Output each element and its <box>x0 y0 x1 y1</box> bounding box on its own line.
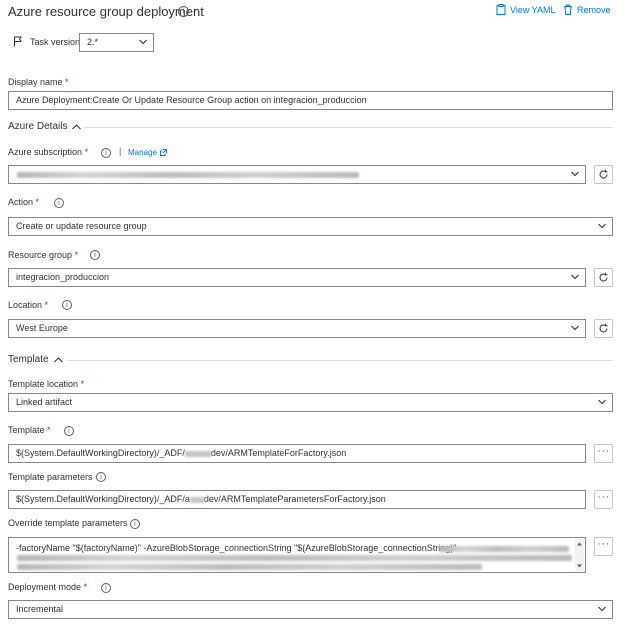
redacted-segment <box>184 450 211 457</box>
override-parameters-value: -factoryName "$(factoryName)" -AzureBlob… <box>16 543 462 553</box>
chevron-down-icon <box>598 606 606 612</box>
chevron-down-icon <box>139 39 147 45</box>
redacted-segment <box>189 496 204 503</box>
clipboard-icon <box>496 4 506 15</box>
task-version-value: 2.* <box>87 37 99 47</box>
manage-link[interactable]: Manage <box>128 148 167 157</box>
resource-group-select[interactable]: integracion_produccion <box>8 268 586 287</box>
chevron-down-icon <box>571 274 579 280</box>
chevron-down-icon <box>571 325 579 331</box>
override-parameters-label: Override template parameters <box>8 518 128 528</box>
chevron-down-icon <box>598 223 606 229</box>
more-options-button[interactable]: ··· <box>594 444 613 463</box>
info-icon[interactable]: i <box>90 250 100 260</box>
azure-details-header[interactable]: Azure Details <box>8 121 82 132</box>
azure-subscription-label: Azure subscription * <box>8 147 89 157</box>
more-options-button[interactable]: ··· <box>594 537 613 556</box>
scroll-down-icon[interactable] <box>575 563 584 569</box>
override-parameters-textarea[interactable]: -factoryName "$(factoryName)" -AzureBlob… <box>8 537 586 573</box>
refresh-icon <box>599 272 608 282</box>
info-icon[interactable]: i <box>101 583 111 593</box>
display-name-input[interactable]: Azure Deployment:Create Or Update Resour… <box>8 91 613 110</box>
action-value: Create or update resource group <box>16 221 147 231</box>
refresh-button[interactable] <box>594 165 613 184</box>
info-icon[interactable]: i <box>178 6 189 17</box>
action-select[interactable]: Create or update resource group <box>8 217 613 236</box>
redacted-value <box>17 555 572 561</box>
deployment-mode-select[interactable]: Incremental <box>8 600 613 619</box>
section-divider <box>67 360 613 361</box>
redacted-value <box>439 546 569 552</box>
trash-icon <box>563 4 573 15</box>
template-label: Template * <box>8 425 51 435</box>
deployment-mode-value: Incremental <box>16 604 64 614</box>
remove-label: Remove <box>577 4 611 15</box>
location-value: West Europe <box>16 323 68 333</box>
template-path-suffix: dev/ARMTemplateForFactory.json <box>210 448 347 458</box>
location-select[interactable]: West Europe <box>8 319 586 338</box>
scroll-up-icon[interactable] <box>575 541 584 547</box>
view-yaml-label: View YAML <box>510 4 556 15</box>
template-path-input[interactable]: $(System.DefaultWorkingDirectory)/_ADF/d… <box>8 444 586 463</box>
refresh-button[interactable] <box>594 319 613 338</box>
remove-button[interactable]: Remove <box>563 4 611 15</box>
section-divider <box>84 127 613 128</box>
template-parameters-suffix: dev/ARMTemplateParametersForFactory.json <box>203 494 386 504</box>
template-location-select[interactable]: Linked artifact <box>8 393 613 412</box>
azure-subscription-select[interactable] <box>8 165 586 184</box>
manage-label: Manage <box>128 148 157 157</box>
azure-details-heading: Azure Details <box>8 121 68 132</box>
redacted-value <box>17 172 359 178</box>
refresh-icon <box>599 323 608 333</box>
scrollbar[interactable] <box>575 539 584 571</box>
chevron-up-icon <box>53 356 63 362</box>
template-location-label: Template location * <box>8 379 85 389</box>
more-options-button[interactable]: ··· <box>594 490 613 509</box>
deployment-mode-label: Deployment mode * <box>8 582 88 592</box>
resource-group-label: Resource group * <box>8 250 79 260</box>
task-version-select[interactable]: 2.* <box>79 33 154 52</box>
display-name-label: Display name * <box>8 77 69 87</box>
chevron-down-icon <box>571 171 579 177</box>
template-heading: Template <box>8 354 49 365</box>
refresh-button[interactable] <box>594 268 613 287</box>
separator: | <box>119 146 122 156</box>
flag-icon <box>13 36 23 49</box>
template-parameters-input[interactable]: $(System.DefaultWorkingDirectory)/_ADF/a… <box>8 490 586 509</box>
info-icon[interactable]: i <box>64 426 74 436</box>
resource-group-value: integracion_produccion <box>16 272 110 282</box>
template-location-value: Linked artifact <box>16 397 73 407</box>
external-link-icon <box>159 149 167 156</box>
info-icon[interactable]: i <box>130 519 140 529</box>
view-yaml-link[interactable]: View YAML <box>496 4 556 15</box>
redacted-value <box>17 564 482 570</box>
task-title: Azure resource group deployment <box>8 4 204 19</box>
template-path-prefix: $(System.DefaultWorkingDirectory)/_ADF/ <box>16 448 185 458</box>
action-label: Action * <box>8 197 40 207</box>
location-label: Location * <box>8 300 49 310</box>
chevron-up-icon <box>72 123 82 129</box>
task-version-label: Task version <box>30 37 81 47</box>
chevron-down-icon <box>598 399 606 405</box>
info-icon[interactable]: i <box>54 198 64 208</box>
refresh-icon <box>599 169 608 179</box>
info-icon[interactable]: i <box>101 148 111 158</box>
template-parameters-prefix: $(System.DefaultWorkingDirectory)/_ADF/a <box>16 494 190 504</box>
template-parameters-label: Template parameters <box>8 472 93 482</box>
info-icon[interactable]: i <box>62 300 72 310</box>
template-section-header[interactable]: Template <box>8 354 63 365</box>
info-icon[interactable]: i <box>96 472 106 482</box>
